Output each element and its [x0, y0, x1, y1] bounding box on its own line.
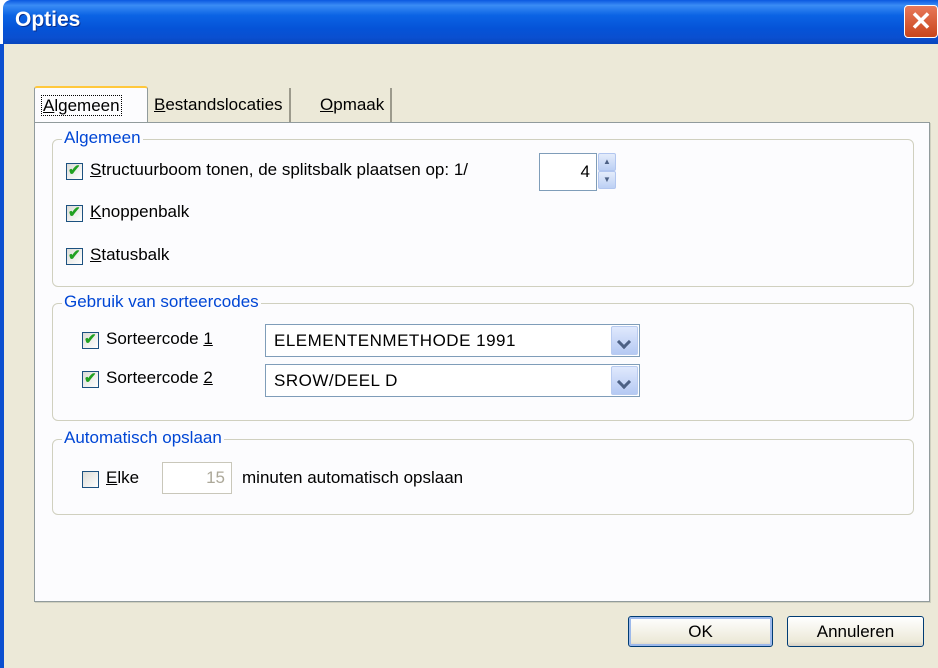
autosave-minutes-input[interactable]: 15 [162, 462, 232, 494]
sort-code-1-checkbox[interactable] [82, 330, 99, 349]
title-bar-fill: Opties [3, 0, 938, 44]
group-sort-codes [52, 303, 914, 421]
splitter-value-input[interactable]: 4 [539, 153, 597, 191]
statusbar-checkbox[interactable] [66, 246, 83, 265]
autosave-checkbox[interactable] [82, 471, 99, 488]
sort-code-2-checkbox[interactable] [82, 369, 99, 388]
tab-bestandslocaties[interactable]: Bestandslocaties [148, 88, 291, 122]
ok-button[interactable]: OK [628, 616, 773, 647]
chevron-down-icon[interactable] [611, 366, 638, 395]
group-sort-legend: Gebruik van sorteercodes [62, 292, 261, 312]
group-general-legend: Algemeen [62, 128, 143, 148]
close-icon: ✕ [910, 6, 932, 36]
toolbar-checkbox[interactable] [66, 203, 83, 222]
sort-code-2-value: SROW/DEEL D [274, 371, 398, 390]
sort-code-1-value: ELEMENTENMETHODE 1991 [274, 331, 516, 350]
autosave-label: Elke [106, 468, 140, 487]
options-dialog: Opties ✕ Algemeen Bestandslocaties Opmaa… [0, 0, 938, 668]
sort-code-2-label: Sorteercode 2 [106, 368, 213, 387]
title-bar: Opties ✕ [0, 0, 938, 44]
tab-opmaak[interactable]: Opmaak [314, 88, 393, 122]
sort-code-1-select[interactable]: ELEMENTENMETHODE 1991 [265, 324, 640, 357]
spin-down-icon[interactable]: ▼ [598, 171, 616, 189]
tab-algemeen[interactable]: Algemeen [34, 86, 148, 124]
spin-up-icon[interactable]: ▲ [598, 153, 616, 171]
tree-checkbox[interactable] [66, 161, 83, 180]
tree-label: Structuurboom tonen, de splitsbalk plaat… [90, 160, 469, 179]
autosave-suffix: minuten automatisch opslaan [242, 468, 464, 487]
sort-code-1-label: Sorteercode 1 [106, 329, 213, 348]
statusbar-label: Statusbalk [90, 245, 170, 264]
window-title: Opties [15, 8, 81, 31]
sort-code-2-select[interactable]: SROW/DEEL D [265, 364, 640, 397]
group-autosave-legend: Automatisch opslaan [62, 428, 224, 448]
chevron-down-icon[interactable] [611, 326, 638, 355]
toolbar-label: Knoppenbalk [90, 202, 190, 221]
cancel-button[interactable]: Annuleren [787, 616, 924, 647]
close-button[interactable]: ✕ [904, 5, 938, 38]
splitter-spinner[interactable]: ▲ ▼ [598, 153, 616, 191]
